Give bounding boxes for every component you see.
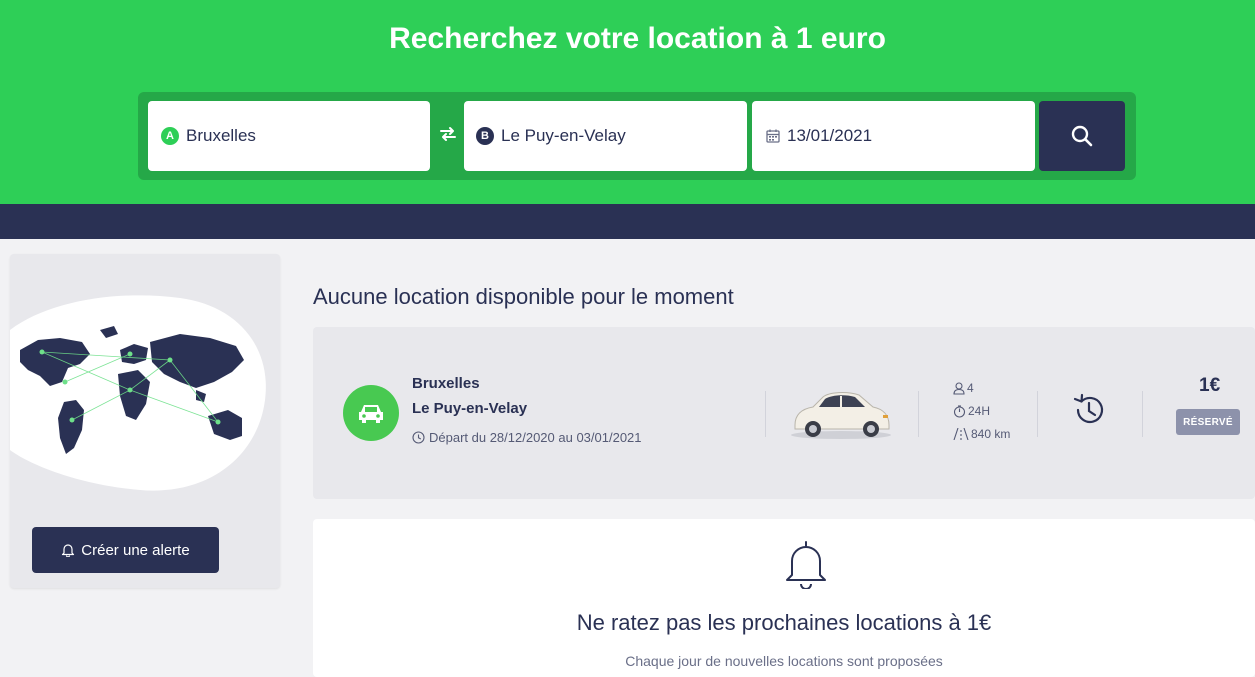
promo-subtitle: Chaque jour de nouvelles locations sont …	[625, 653, 943, 669]
date-field[interactable]: 13/01/2021	[752, 101, 1035, 171]
price: 1€	[1199, 375, 1221, 396]
create-alert-button[interactable]: Créer une alerte	[32, 527, 219, 573]
promo-title: Ne ratez pas les prochaines locations à …	[576, 610, 992, 635]
origin-value: Bruxelles	[186, 126, 256, 145]
destination-badge: B	[476, 127, 494, 145]
swap-icon[interactable]	[436, 124, 460, 148]
world-map-illustration	[10, 290, 272, 496]
duration-value: 24H	[968, 404, 991, 418]
page-title: Recherchez votre location à 1 euro	[389, 22, 886, 55]
person-icon	[953, 381, 965, 395]
rental-card[interactable]: Bruxelles Le Puy-en-Velay Départ du 28/1…	[313, 327, 1255, 499]
departure-dates: Départ du 28/12/2020 au 03/01/2021	[412, 430, 642, 445]
date-value: 13/01/2021	[787, 126, 873, 145]
search-button[interactable]	[1039, 101, 1125, 171]
search-bar: A Bruxelles B Le Puy-en-Velay 13/01/2021	[138, 92, 1136, 180]
distance-value: 840 km	[971, 427, 1011, 441]
create-alert-label: Créer une alerte	[81, 541, 190, 559]
divider	[1037, 391, 1038, 437]
duration-spec: 24H	[953, 404, 990, 418]
alert-promo-card: Ne ratez pas les prochaines locations à …	[313, 519, 1255, 677]
history-icon[interactable]	[1070, 391, 1108, 434]
timer-icon	[953, 404, 966, 418]
divider	[918, 391, 919, 437]
distance-spec: 840 km	[953, 427, 1010, 441]
origin-field[interactable]: A Bruxelles	[148, 101, 430, 171]
search-icon	[1071, 125, 1093, 147]
departure-dates-text: Départ du 28/12/2020 au 03/01/2021	[429, 430, 642, 445]
search-hero: Recherchez votre location à 1 euro A Bru…	[0, 0, 1255, 204]
calendar-icon	[766, 129, 780, 143]
destination-value: Le Puy-en-Velay	[501, 126, 626, 145]
seats-value: 4	[967, 381, 974, 395]
destination-field[interactable]: B Le Puy-en-Velay	[464, 101, 747, 171]
clock-icon	[412, 431, 425, 444]
nav-band	[0, 204, 1255, 239]
alert-sidebar: Créer une alerte	[10, 254, 280, 588]
road-icon	[953, 428, 969, 440]
car-icon	[343, 385, 399, 441]
origin-city: Bruxelles	[412, 375, 480, 392]
divider	[1142, 391, 1143, 437]
divider	[765, 391, 766, 437]
bell-icon	[62, 544, 75, 557]
car-image	[785, 385, 897, 441]
destination-city: Le Puy-en-Velay	[412, 400, 528, 417]
seats-spec: 4	[953, 381, 974, 395]
results-heading: Aucune location disponible pour le momen…	[313, 284, 734, 309]
status-badge: RÉSERVÉ	[1176, 409, 1240, 435]
origin-badge: A	[161, 127, 179, 145]
bell-icon	[784, 539, 828, 594]
